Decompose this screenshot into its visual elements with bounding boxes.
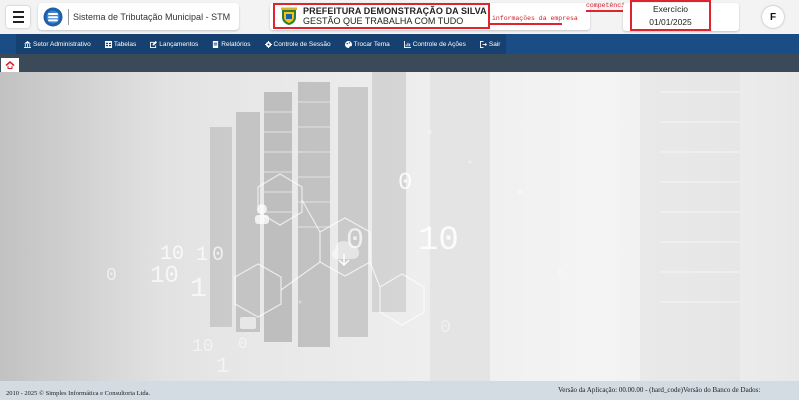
report-icon bbox=[213, 40, 219, 48]
exercise-date: 01/01/2025 bbox=[649, 17, 692, 27]
annotation-underline bbox=[490, 23, 562, 25]
main-content-area: 0 10 10 1 0 0 10 1 0 10 1 0 0 bbox=[0, 72, 799, 381]
bg-digit: 0 bbox=[398, 170, 412, 197]
home-tab[interactable] bbox=[1, 58, 19, 72]
server-rack-graphics bbox=[210, 72, 740, 381]
bg-digit: 0 bbox=[238, 335, 248, 353]
top-header: Sistema de Tributação Municipal - STM PR… bbox=[0, 0, 799, 34]
bg-digit: 0 bbox=[440, 318, 451, 338]
palette-icon bbox=[344, 40, 352, 48]
hamburger-menu-button[interactable] bbox=[6, 6, 30, 28]
user-avatar[interactable]: F bbox=[762, 6, 784, 28]
nav-item-label: Lançamentos bbox=[159, 40, 199, 48]
bg-digit: 10 bbox=[150, 263, 179, 290]
tab-bar bbox=[0, 54, 799, 72]
version-info: Versão da Aplicação: 00.00.00 - (hard_co… bbox=[558, 386, 761, 394]
app-title-card[interactable]: Sistema de Tributação Municipal - STM bbox=[38, 3, 239, 30]
main-nav: Setor Administrativo Tabelas Lançamentos… bbox=[0, 34, 799, 54]
nav-item-setor-administrativo[interactable]: Setor Administrativo bbox=[24, 40, 91, 48]
bg-digit: 1 bbox=[196, 244, 208, 267]
nav-item-label: Sair bbox=[488, 40, 501, 48]
separator bbox=[68, 8, 69, 25]
data-center-background-image: 0 10 10 1 0 0 10 1 0 10 1 0 0 bbox=[0, 72, 740, 381]
nav-item-label: Controle de Sessão bbox=[273, 40, 331, 48]
nav-item-lancamentos[interactable]: Lançamentos bbox=[150, 40, 199, 48]
table-icon bbox=[104, 40, 112, 48]
logout-icon bbox=[479, 40, 487, 48]
bg-digit: 1 bbox=[216, 354, 229, 379]
nav-item-trocar-tema[interactable]: Trocar Tema bbox=[344, 40, 390, 48]
bg-digit: 10 bbox=[418, 222, 459, 260]
nav-item-label: Relatórios bbox=[221, 40, 251, 48]
nav-item-controle-de-acoes[interactable]: Controle de Ações bbox=[403, 40, 466, 48]
nav-item-relatorios[interactable]: Relatórios bbox=[212, 40, 251, 48]
company-slogan: GESTÃO QUE TRABALHA COM TUDO bbox=[303, 16, 464, 26]
nav-menu: Setor Administrativo Tabelas Lançamentos… bbox=[16, 34, 506, 54]
nav-item-label: Trocar Tema bbox=[353, 40, 390, 48]
app-logo-icon bbox=[43, 7, 63, 26]
company-info-annotation: informações da empresa bbox=[492, 15, 578, 22]
bg-digit: 1 bbox=[190, 274, 207, 305]
app-title: Sistema de Tributação Municipal - STM bbox=[73, 11, 231, 22]
home-icon bbox=[5, 61, 15, 69]
nav-item-label: Controle de Ações bbox=[412, 40, 466, 48]
bank-icon bbox=[24, 40, 31, 48]
coat-of-arms-icon bbox=[281, 7, 297, 25]
edit-icon bbox=[150, 40, 158, 48]
bg-digit: 10 bbox=[192, 337, 214, 357]
menu-bar bbox=[12, 21, 24, 23]
menu-bar bbox=[12, 11, 24, 13]
menu-bar bbox=[12, 16, 24, 18]
bg-digit: 0 bbox=[106, 266, 117, 286]
chart-icon bbox=[403, 40, 411, 48]
nav-item-label: Setor Administrativo bbox=[33, 40, 91, 48]
nav-item-label: Tabelas bbox=[113, 40, 137, 48]
company-name: PREFEITURA DEMONSTRAÇÃO DA SILVA bbox=[303, 6, 487, 16]
gear-icon bbox=[264, 40, 272, 48]
nav-item-sair[interactable]: Sair bbox=[479, 40, 501, 48]
bg-digit: 0 bbox=[346, 224, 364, 258]
nav-item-controle-de-sessao[interactable]: Controle de Sessão bbox=[264, 40, 331, 48]
bg-digit: 0 bbox=[212, 244, 224, 267]
nav-item-tabelas[interactable]: Tabelas bbox=[104, 40, 137, 48]
copyright-text: 2010 - 2025 © Simples Informática e Cons… bbox=[6, 390, 151, 397]
exercise-label: Exercício bbox=[653, 4, 688, 14]
